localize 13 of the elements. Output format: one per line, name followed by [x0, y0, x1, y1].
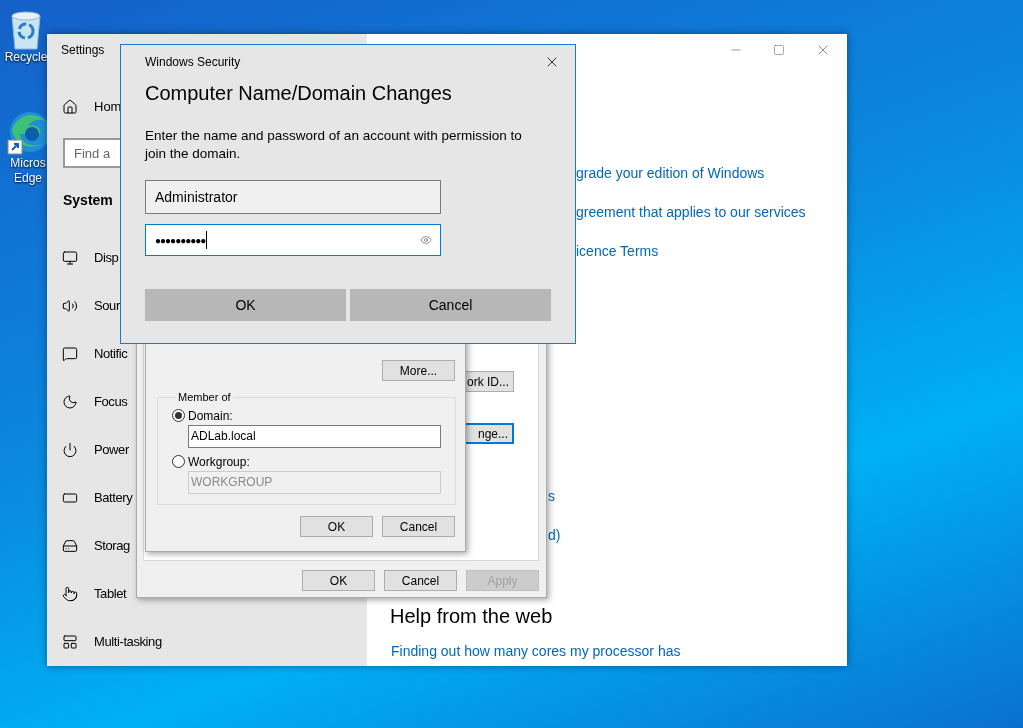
- dialog-message: Enter the name and password of an account with permission to join the domain.: [145, 127, 523, 163]
- window-title: Settings: [61, 42, 105, 59]
- icon-label: Recycle: [4, 50, 48, 65]
- icon-label: Micros: [10, 156, 46, 171]
- masked-password: ●●●●●●●●●●: [155, 233, 206, 248]
- dialog-heading: Computer Name/Domain Changes: [145, 81, 453, 105]
- icon-label: Edge: [14, 171, 42, 186]
- dialog-title: Windows Security: [145, 54, 241, 71]
- section-heading: Help from the web: [390, 604, 554, 629]
- section-heading: System: [63, 190, 113, 210]
- radio-label: Workgroup:: [188, 453, 250, 471]
- group-label: Member of: [177, 390, 232, 405]
- radio-label: Domain:: [188, 407, 233, 425]
